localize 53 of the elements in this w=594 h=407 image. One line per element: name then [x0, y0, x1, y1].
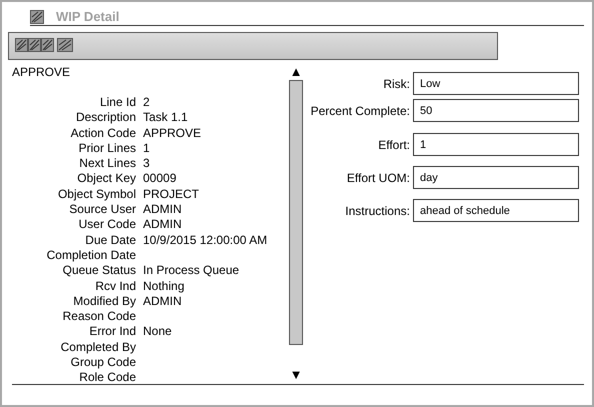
input-field[interactable]: Low [413, 72, 579, 95]
scroll-down-arrow[interactable]: ▼ [290, 368, 302, 382]
window-icon[interactable] [30, 10, 44, 24]
field-label: Modified By [72, 294, 136, 310]
field-label: Completed By [60, 340, 136, 356]
field-label: Object Key [76, 171, 136, 187]
field-value: ADMIN [143, 294, 183, 310]
field-label: Line Id [98, 95, 136, 110]
input-field[interactable]: ahead of schedule [413, 199, 579, 222]
scroll-up-arrow[interactable]: ▲ [290, 65, 302, 79]
field-label: Queue Status [62, 263, 136, 279]
field-label: Effort UOM: [346, 170, 410, 184]
toolbar-icon[interactable] [57, 38, 73, 52]
record-heading: APPROVE [12, 65, 72, 79]
field-label: Action Code [70, 126, 136, 141]
field-label: Group Code [70, 355, 136, 370]
field-label: Object Symbol [56, 186, 136, 202]
field-label: Completion Date [46, 248, 136, 264]
field-label: Due Date [84, 232, 136, 248]
field-label: Reason Code [62, 309, 136, 324]
field-value: None [143, 324, 173, 340]
field-value: 00009 [143, 171, 178, 187]
field-label: Prior Lines [78, 140, 136, 156]
field-label: Effort: [378, 138, 410, 152]
field-value: 1 [143, 140, 151, 156]
field-value: Nothing [143, 278, 186, 294]
field-value: Task 1.1 [143, 110, 189, 126]
toolbar-icon[interactable] [41, 38, 54, 52]
input-field[interactable]: 1 [413, 133, 579, 156]
field-value: ADMIN [143, 217, 183, 233]
field-label: User Code [78, 217, 136, 233]
field-value: PROJECT [143, 186, 200, 202]
field-label: Instructions: [345, 204, 410, 218]
input-field[interactable]: day [413, 166, 579, 189]
window-title: WIP Detail [56, 9, 120, 24]
field-value: 3 [143, 156, 151, 172]
field-label: Percent Complete: [310, 104, 410, 118]
field-value: 10/9/2015 12:00:00 AM [143, 232, 268, 248]
field-label: Risk: [383, 76, 410, 90]
toolbar-icon[interactable] [28, 38, 41, 52]
field-label: Error Ind [88, 324, 136, 340]
input-field[interactable]: 50 [413, 99, 579, 122]
scrollbar-thumb[interactable] [289, 80, 303, 345]
toolbar-icon[interactable] [15, 38, 28, 52]
field-value: In Process Queue [143, 263, 240, 279]
field-value: 2 [143, 95, 151, 110]
field-label: Role Code [78, 370, 136, 386]
field-label: Source User [68, 202, 136, 218]
field-label: Rcv Ind [94, 278, 136, 294]
field-value: ADMIN [143, 202, 183, 218]
field-label: Description [74, 110, 136, 126]
field-value: APPROVE [143, 126, 202, 141]
field-label: Next Lines [78, 156, 136, 172]
